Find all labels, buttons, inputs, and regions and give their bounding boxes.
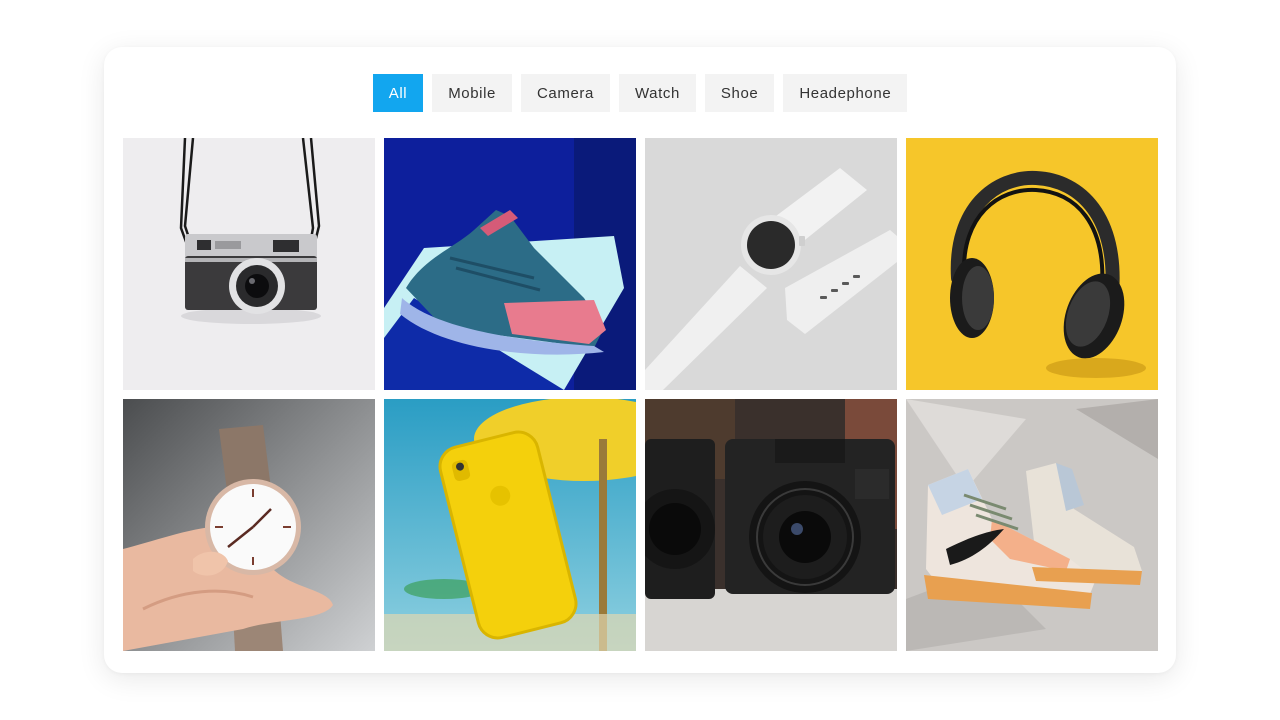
gallery-item-mobile[interactable] [384, 399, 636, 651]
phone-icon [384, 399, 636, 651]
gallery-item-shoe[interactable] [906, 399, 1158, 651]
filter-bar: All Mobile Camera Watch Shoe Headephone [104, 74, 1176, 112]
filter-shoe-button[interactable]: Shoe [704, 74, 775, 112]
gallery-item-shoe[interactable] [384, 138, 636, 390]
product-gallery [123, 138, 1158, 651]
gallery-item-headphone[interactable] [906, 138, 1158, 390]
gallery-item-camera[interactable] [123, 138, 375, 390]
gallery-card: All Mobile Camera Watch Shoe Headephone [104, 47, 1176, 673]
gallery-item-watch[interactable] [123, 399, 375, 651]
gallery-item-watch[interactable] [645, 138, 897, 390]
filter-mobile-button[interactable]: Mobile [432, 74, 512, 112]
dslr-camera-icon [645, 399, 897, 651]
filter-all-button[interactable]: All [372, 74, 424, 112]
filter-camera-button[interactable]: Camera [521, 74, 610, 112]
smartwatch-icon [645, 138, 897, 390]
filter-headephone-button[interactable]: Headephone [783, 74, 908, 112]
camera-icon [123, 138, 375, 390]
headphones-icon [906, 138, 1158, 390]
filter-watch-button[interactable]: Watch [618, 74, 696, 112]
sneaker-icon [906, 399, 1158, 651]
sneaker-icon [384, 138, 636, 390]
gallery-item-camera[interactable] [645, 399, 897, 651]
wristwatch-icon [123, 399, 375, 651]
